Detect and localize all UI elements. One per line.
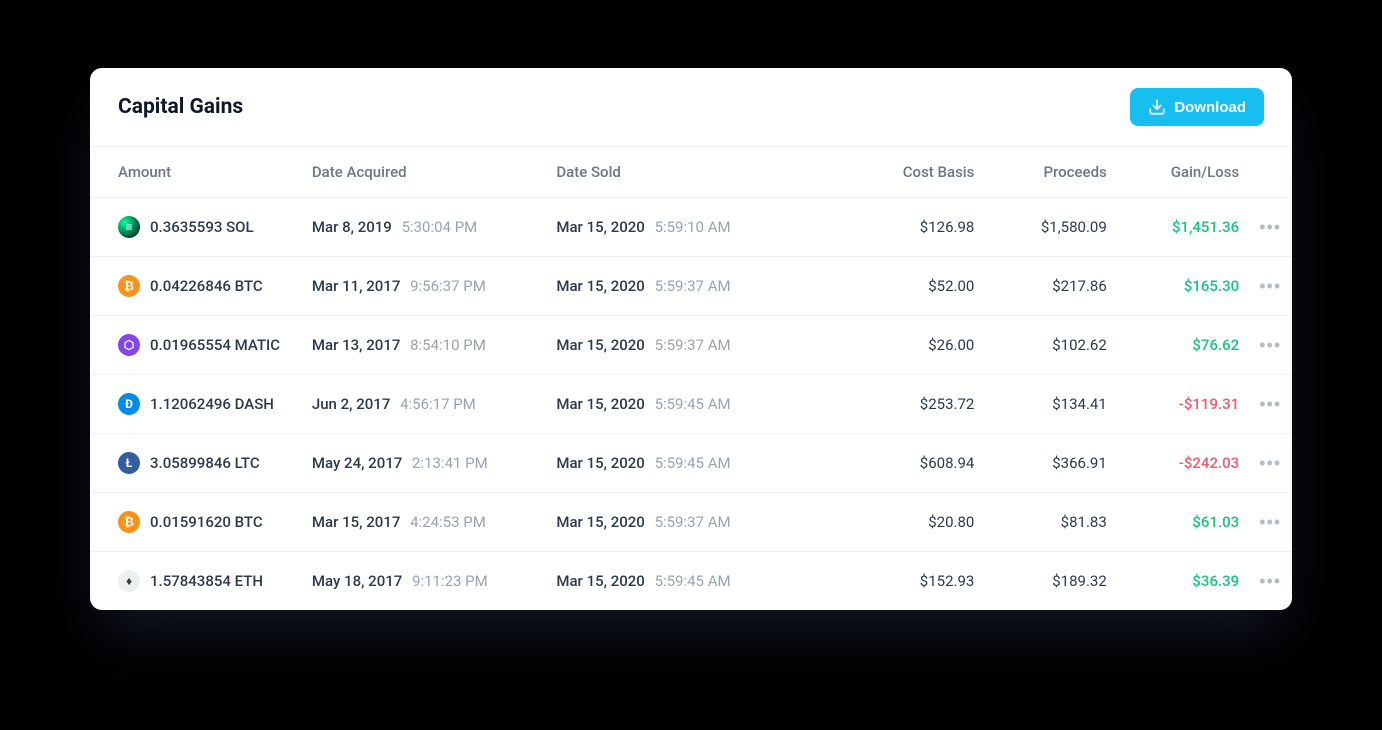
acq-date: May 18, 2017 (312, 572, 402, 590)
table-row: Ł 3.05899846 LTC May 24, 2017 2:13:41 PM… (90, 434, 1292, 493)
amount-text: 0.04226846 BTC (150, 277, 263, 295)
table-row: ≡ 0.3635593 SOL Mar 8, 2019 5:30:04 PM M… (90, 198, 1292, 257)
gain-loss: $36.39 (1192, 572, 1239, 590)
proceeds: $1,580.09 (984, 198, 1116, 257)
col-gain-loss: Gain/Loss (1117, 147, 1249, 198)
proceeds: $189.32 (984, 552, 1116, 611)
card-header: Capital Gains Download (90, 68, 1292, 147)
proceeds: $217.86 (984, 257, 1116, 316)
acq-date: Jun 2, 2017 (312, 395, 390, 413)
row-more-button[interactable]: ••• (1259, 275, 1281, 297)
row-more-button[interactable]: ••• (1259, 216, 1281, 238)
more-icon: ••• (1259, 217, 1281, 238)
table-header-row: Amount Date Acquired Date Sold Cost Basi… (90, 147, 1292, 198)
cost-basis: $152.93 (852, 552, 984, 611)
sold-date: Mar 15, 2020 (556, 454, 644, 472)
row-more-button[interactable]: ••• (1259, 452, 1281, 474)
sold-date: Mar 15, 2020 (556, 572, 644, 590)
cost-basis: $126.98 (852, 198, 984, 257)
row-more-button[interactable]: ••• (1259, 570, 1281, 592)
acq-date: Mar 11, 2017 (312, 277, 400, 295)
amount-text: 0.01965554 MATIC (150, 336, 280, 354)
row-more-button[interactable]: ••• (1259, 511, 1281, 533)
table-row: ₿ 0.04226846 BTC Mar 11, 2017 9:56:37 PM… (90, 257, 1292, 316)
table-row: ₿ 0.01591620 BTC Mar 15, 2017 4:24:53 PM… (90, 493, 1292, 552)
sold-time: 5:59:37 AM (655, 336, 731, 354)
ltc-icon: Ł (118, 452, 140, 474)
sold-time: 5:59:45 AM (655, 395, 731, 413)
amount-text: 0.01591620 BTC (150, 513, 263, 531)
col-date-acquired: Date Acquired (302, 147, 546, 198)
more-icon: ••• (1259, 276, 1281, 297)
table-row: ♦ 1.57843854 ETH May 18, 2017 9:11:23 PM… (90, 552, 1292, 611)
sold-date: Mar 15, 2020 (556, 513, 644, 531)
sold-date: Mar 15, 2020 (556, 336, 644, 354)
table-row: Đ 1.12062496 DASH Jun 2, 2017 4:56:17 PM… (90, 375, 1292, 434)
gain-loss: $61.03 (1192, 513, 1239, 531)
capital-gains-card: Capital Gains Download Amount Date Acqui… (90, 68, 1292, 610)
gain-loss: $76.62 (1192, 336, 1239, 354)
proceeds: $81.83 (984, 493, 1116, 552)
acq-time: 8:54:10 PM (410, 336, 486, 354)
sold-date: Mar 15, 2020 (556, 395, 644, 413)
amount-text: 1.12062496 DASH (150, 395, 274, 413)
cost-basis: $253.72 (852, 375, 984, 434)
matic-icon: ⬡ (118, 334, 140, 356)
sold-time: 5:59:37 AM (655, 513, 731, 531)
gain-loss: $165.30 (1184, 277, 1239, 295)
acq-date: May 24, 2017 (312, 454, 402, 472)
acq-time: 5:30:04 PM (402, 218, 478, 236)
gain-loss: -$119.31 (1179, 395, 1239, 413)
sold-time: 5:59:45 AM (655, 572, 731, 590)
row-more-button[interactable]: ••• (1259, 393, 1281, 415)
acq-time: 4:24:53 PM (410, 513, 486, 531)
more-icon: ••• (1259, 335, 1281, 356)
row-more-button[interactable]: ••• (1259, 334, 1281, 356)
col-date-sold: Date Sold (546, 147, 852, 198)
cost-basis: $20.80 (852, 493, 984, 552)
sold-time: 5:59:45 AM (655, 454, 731, 472)
more-icon: ••• (1259, 512, 1281, 533)
amount-text: 3.05899846 LTC (150, 454, 260, 472)
gains-table: Amount Date Acquired Date Sold Cost Basi… (90, 147, 1292, 610)
acq-time: 9:56:37 PM (410, 277, 486, 295)
col-actions (1249, 147, 1292, 198)
sol-icon: ≡ (118, 216, 140, 238)
dash-icon: Đ (118, 393, 140, 415)
cost-basis: $608.94 (852, 434, 984, 493)
cost-basis: $52.00 (852, 257, 984, 316)
col-amount: Amount (90, 147, 302, 198)
sold-time: 5:59:37 AM (655, 277, 731, 295)
amount-text: 1.57843854 ETH (150, 572, 263, 590)
gain-loss: -$242.03 (1179, 454, 1239, 472)
proceeds: $366.91 (984, 434, 1116, 493)
col-cost-basis: Cost Basis (852, 147, 984, 198)
eth-icon: ♦ (118, 570, 140, 592)
sold-date: Mar 15, 2020 (556, 277, 644, 295)
download-label: Download (1174, 99, 1246, 116)
acq-date: Mar 13, 2017 (312, 336, 400, 354)
more-icon: ••• (1259, 394, 1281, 415)
more-icon: ••• (1259, 571, 1281, 592)
table-row: ⬡ 0.01965554 MATIC Mar 13, 2017 8:54:10 … (90, 316, 1292, 375)
proceeds: $102.62 (984, 316, 1116, 375)
amount-text: 0.3635593 SOL (150, 218, 254, 236)
acq-date: Mar 8, 2019 (312, 218, 392, 236)
download-button[interactable]: Download (1130, 88, 1264, 126)
sold-date: Mar 15, 2020 (556, 218, 644, 236)
sold-time: 5:59:10 AM (655, 218, 731, 236)
col-proceeds: Proceeds (984, 147, 1116, 198)
acq-time: 4:56:17 PM (400, 395, 476, 413)
proceeds: $134.41 (984, 375, 1116, 434)
cost-basis: $26.00 (852, 316, 984, 375)
download-icon (1148, 98, 1166, 116)
btc-icon: ₿ (118, 275, 140, 297)
acq-time: 9:11:23 PM (412, 572, 488, 590)
gain-loss: $1,451.36 (1172, 218, 1239, 236)
card-title: Capital Gains (118, 95, 243, 119)
btc-icon: ₿ (118, 511, 140, 533)
acq-date: Mar 15, 2017 (312, 513, 400, 531)
more-icon: ••• (1259, 453, 1281, 474)
acq-time: 2:13:41 PM (412, 454, 488, 472)
